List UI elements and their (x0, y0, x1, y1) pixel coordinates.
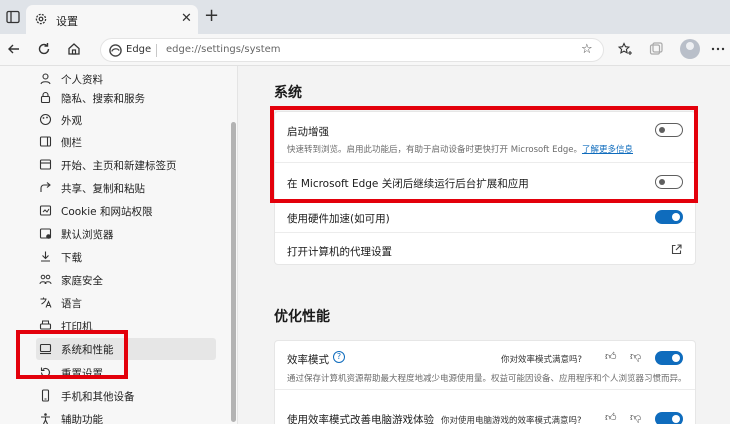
more-menu-icon[interactable] (710, 41, 726, 57)
sidebar-item-label: 下载 (61, 252, 82, 264)
thumbs-up-icon[interactable]: 👍︎ (605, 350, 617, 363)
sidebar-item-appearance[interactable]: 外观 (0, 109, 230, 131)
sidebar-item-label: 家庭安全 (61, 275, 103, 287)
browser-icon (39, 228, 52, 239)
avatar[interactable] (680, 39, 700, 59)
sidebar-item-default-browser[interactable]: 默认浏览器 (0, 223, 230, 245)
sidebar-item-label: 外观 (61, 115, 82, 127)
sidebar-item-privacy[interactable]: 隐私、搜索和服务 (0, 87, 230, 109)
external-link-icon[interactable] (671, 244, 682, 255)
sidebar-scrollbar[interactable] (231, 122, 236, 422)
home-icon (39, 159, 52, 170)
profile-icon (40, 73, 51, 85)
appearance-icon (39, 113, 52, 126)
help-icon[interactable]: ? (333, 351, 345, 363)
sidebar-item-languages[interactable]: 语言 (0, 292, 230, 314)
site-label: Edge (126, 44, 152, 55)
thumbs-up-icon[interactable]: 👍︎ (605, 411, 617, 424)
sidebar-icon (39, 136, 52, 147)
setting-gaming-efficiency: 使用效率模式改善电脑游戏体验 你对使用电脑游戏的效率模式满意吗? 👍︎ 👎︎ (275, 389, 695, 424)
highlight-box-sidebar (16, 330, 128, 379)
cookie-icon (39, 205, 52, 216)
setting-efficiency-mode: 效率模式 ? 你对效率模式满意吗? 👍︎ 👎︎ 通过保存计算机资源帮助最大程度地… (275, 341, 695, 389)
setting-label: 使用效率模式改善电脑游戏体验 (287, 414, 434, 424)
sidebar-item-label: 手机和其他设备 (61, 391, 135, 403)
accessibility-icon (41, 413, 50, 424)
close-tab-icon[interactable]: ✕ (181, 11, 192, 26)
sidebar-item-downloads[interactable]: 下载 (0, 246, 230, 268)
address-bar[interactable]: Edge edge://settings/system ☆ (100, 38, 604, 62)
url-text[interactable]: edge://settings/system (166, 44, 281, 55)
hardware-acceleration-toggle[interactable] (655, 210, 683, 224)
setting-label: 打开计算机的代理设置 (287, 246, 392, 258)
gear-icon (35, 13, 47, 25)
language-icon (40, 297, 52, 308)
home-icon[interactable] (66, 41, 82, 57)
setting-label: 使用硬件加速(如可用) (287, 213, 390, 225)
setting-description: 通过保存计算机资源帮助最大程度地减少电源使用量。权益可能因设备、应用程序和个人浏… (287, 374, 687, 384)
efficiency-mode-toggle[interactable] (655, 351, 683, 365)
window-menu-icon[interactable] (6, 10, 20, 24)
sidebar-item-phone[interactable]: 手机和其他设备 (0, 385, 230, 407)
sidebar-item-family-safety[interactable]: 家庭安全 (0, 269, 230, 291)
lock-icon (40, 91, 51, 104)
sidebar-item-label: 语言 (61, 298, 82, 310)
thumbs-down-icon[interactable]: 👎︎ (630, 350, 641, 363)
new-tab-icon[interactable]: + (204, 5, 219, 26)
section-title-performance: 优化性能 (274, 309, 330, 325)
feedback-question: 你对效率模式满意吗? (501, 355, 583, 365)
sidebar-item-label: 侧栏 (61, 137, 82, 149)
sidebar-item-label: 隐私、搜索和服务 (61, 93, 145, 105)
highlight-box-settings (270, 106, 698, 203)
performance-settings-card: 效率模式 ? 你对效率模式满意吗? 👍︎ 👎︎ 通过保存计算机资源帮助最大程度地… (274, 340, 696, 424)
setting-proxy[interactable]: 打开计算机的代理设置 (275, 232, 695, 266)
setting-hardware-acceleration: 使用硬件加速(如可用) (275, 200, 695, 232)
sidebar-item-label: Cookie 和网站权限 (61, 206, 153, 218)
tab-title: 设置 (56, 15, 78, 28)
sidebar-item-label: 默认浏览器 (61, 229, 114, 241)
tab-settings[interactable]: 设置 ✕ (26, 5, 198, 34)
thumbs-down-icon[interactable]: 👎︎ (630, 411, 641, 424)
feedback-question: 你对使用电脑游戏的效率模式满意吗? (441, 416, 582, 424)
sidebar-item-start-home[interactable]: 开始、主页和新建标签页 (0, 154, 230, 176)
toolbar: Edge edge://settings/system ☆ (0, 34, 730, 66)
sidebar-item-sidebar[interactable]: 侧栏 (0, 131, 230, 153)
phone-icon (41, 389, 50, 402)
sidebar-item-accessibility[interactable]: 辅助功能 (0, 408, 230, 424)
tab-strip: 设置 ✕ + (0, 0, 730, 34)
sidebar-item-label: 个人资料 (61, 74, 103, 86)
share-icon (40, 182, 51, 192)
gaming-efficiency-toggle[interactable] (655, 412, 683, 424)
download-icon (41, 251, 50, 262)
favorites-icon[interactable] (617, 41, 633, 57)
sidebar-item-label: 辅助功能 (61, 414, 103, 424)
refresh-icon[interactable] (36, 41, 52, 57)
family-icon (39, 274, 52, 285)
address-divider (156, 44, 157, 57)
collections-icon[interactable] (648, 41, 664, 57)
sidebar-item-cookies[interactable]: Cookie 和网站权限 (0, 200, 230, 222)
edge-logo-icon (109, 44, 122, 57)
favorite-star-icon[interactable]: ☆ (581, 42, 593, 57)
sidebar-item-label: 开始、主页和新建标签页 (61, 160, 177, 172)
setting-label: 效率模式 (287, 354, 329, 366)
back-icon[interactable] (6, 41, 22, 57)
sidebar-item-share[interactable]: 共享、复制和粘贴 (0, 177, 230, 199)
sidebar-item-label: 共享、复制和粘贴 (61, 183, 145, 195)
section-title-system: 系统 (274, 85, 302, 101)
